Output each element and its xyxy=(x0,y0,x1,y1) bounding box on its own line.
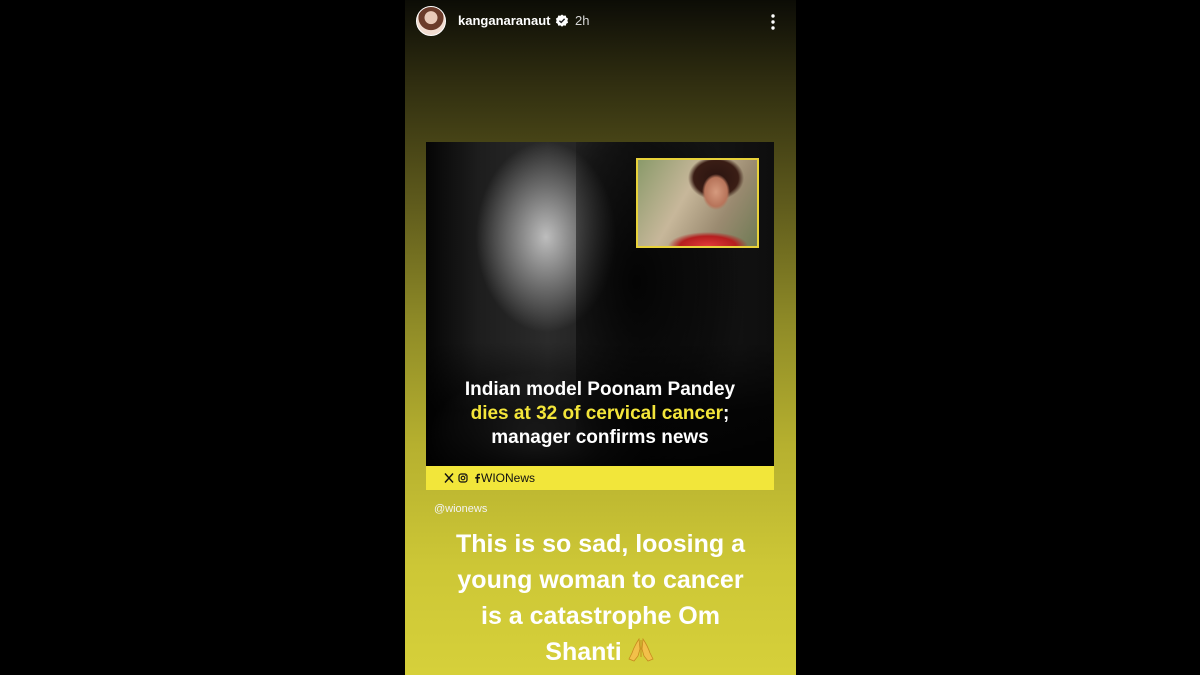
news-handle: WIONews xyxy=(481,471,535,485)
more-options-icon[interactable] xyxy=(767,12,779,32)
caption-line: This is so sad, loosing a xyxy=(456,530,745,558)
social-icons xyxy=(444,471,482,485)
story-caption: This is so sad, loosing a young woman to… xyxy=(425,526,776,670)
avatar[interactable] xyxy=(416,6,446,36)
shared-news-post[interactable]: Indian model Poonam Pandey dies at 32 of… xyxy=(426,142,774,490)
story-header: kanganaranaut 2h xyxy=(405,0,796,44)
instagram-story[interactable]: kanganaranaut 2h Indian model Poonam Pan… xyxy=(405,0,796,675)
inset-photo xyxy=(636,158,759,248)
caption-line: young woman to cancer xyxy=(457,566,744,594)
mention-tag[interactable]: @wionews xyxy=(434,503,487,515)
caption-last-line: Shanti xyxy=(425,634,776,670)
username[interactable]: kanganaranaut xyxy=(458,13,550,28)
headline-line-1: Indian model Poonam Pandey xyxy=(464,379,736,400)
news-footer-bar: WIONews xyxy=(426,466,774,490)
headline-line-3: manager confirms news xyxy=(491,427,709,448)
instagram-icon xyxy=(458,473,468,483)
folded-hands-emoji-icon xyxy=(628,637,654,662)
post-time: 2h xyxy=(575,13,590,28)
x-icon xyxy=(444,473,454,483)
headline-semicolon: ; xyxy=(723,403,730,424)
news-headline: Indian model Poonam Pandey dies at 32 of… xyxy=(426,378,774,450)
verified-badge-icon xyxy=(555,14,569,27)
caption-line: is a catastrophe Om xyxy=(481,602,720,630)
caption-line: Shanti xyxy=(545,638,622,666)
headline-highlight: dies at 32 of cervical cancer xyxy=(470,403,724,424)
